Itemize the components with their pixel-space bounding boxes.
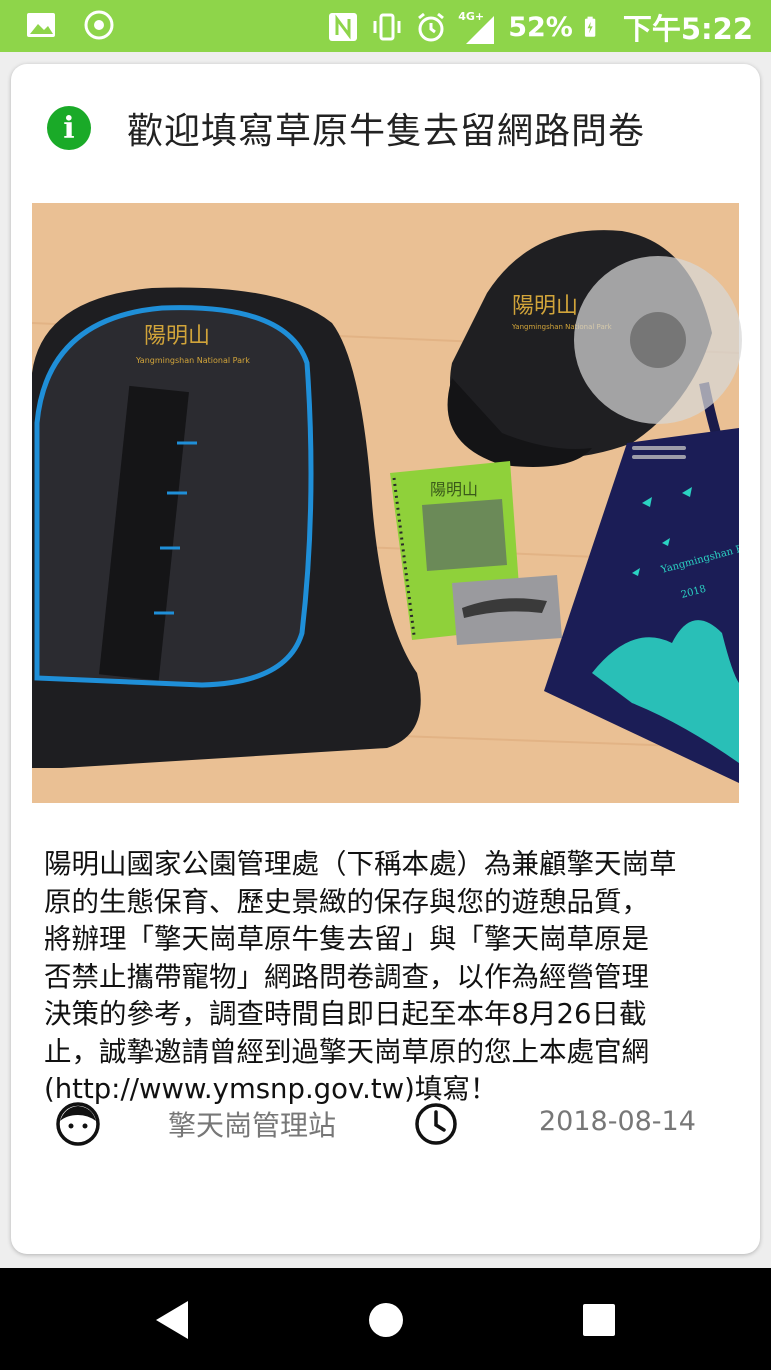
cap-logo: 陽明山: [512, 294, 578, 319]
image-icon: [27, 13, 55, 37]
post-date: 2018-08-14: [539, 1106, 696, 1137]
navigation-bar: [0, 1268, 771, 1370]
backpack-logo: 陽明山: [144, 324, 210, 349]
drag-handle-icon[interactable]: [632, 446, 686, 466]
status-bar: 4G+ 52% 下午5:22: [0, 0, 771, 52]
notebook-logo: 陽明山: [430, 480, 478, 499]
system-icons: 4G+ 52% 下午5:22: [326, 6, 753, 48]
recents-button[interactable]: [577, 1298, 621, 1342]
home-button[interactable]: [364, 1298, 408, 1342]
card-header: i 歡迎填寫草原牛隻去留網路問卷: [47, 102, 645, 154]
clock-time: 下午5:22: [622, 12, 753, 46]
back-icon: [156, 1301, 188, 1339]
person-icon: [56, 1102, 100, 1146]
notification-icons: [24, 8, 116, 42]
info-icon: i: [47, 106, 91, 150]
floating-assist-core: [630, 312, 686, 368]
announcement-body: 陽明山國家公園管理處（下稱本處）為兼顧擎天崗草 原的生態保育、歷史景緻的保存與您…: [44, 848, 677, 1105]
signal-icon: 4G+: [458, 10, 498, 44]
announcement-card[interactable]: i 歡迎填寫草原牛隻去留網路問卷 陽明山 Yangmingshan Nation…: [11, 64, 760, 1254]
nfc-icon: [329, 13, 358, 41]
clock-icon: [415, 1103, 457, 1145]
backpack-logo-sub: Yangmingshan National Park: [135, 356, 250, 365]
meta-row: 擎天崗管理站 2018-08-14: [11, 1099, 760, 1149]
recents-icon: [583, 1304, 615, 1336]
floating-assist-button[interactable]: [574, 256, 742, 424]
vibrate-icon: [373, 13, 401, 41]
card-title: 歡迎填寫草原牛隻去留網路問卷: [127, 111, 646, 152]
battery-percent: 52%: [508, 11, 573, 43]
home-icon: [369, 1303, 403, 1337]
author-name: 擎天崗管理站: [168, 1109, 337, 1142]
circle-record-icon: [84, 10, 114, 40]
alarm-icon: [418, 12, 445, 42]
battery-charging-icon: [584, 16, 596, 37]
back-button[interactable]: [150, 1298, 194, 1342]
